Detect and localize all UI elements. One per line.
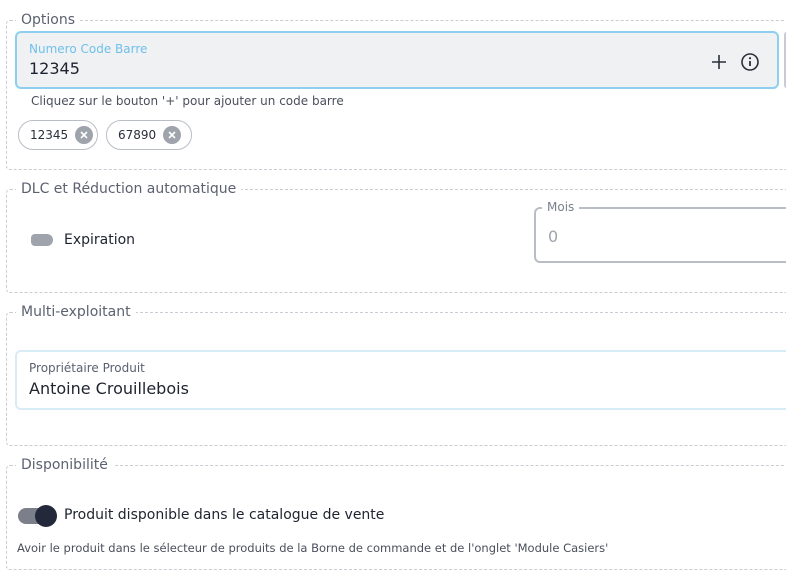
info-icon[interactable]	[738, 50, 762, 74]
dlc-legend: DLC et Réduction automatique	[16, 180, 242, 198]
close-circle-icon[interactable]	[163, 126, 182, 144]
barcode-chip[interactable]: 12345	[18, 120, 98, 150]
availability-helper-text: Avoir le produit dans le sélecteur de pr…	[17, 541, 609, 555]
options-legend: Options	[16, 11, 81, 29]
dispo-legend: Disponibilité	[16, 456, 113, 474]
barcode-field-value[interactable]: 12345	[29, 59, 80, 79]
plus-icon[interactable]	[707, 50, 731, 74]
barcode-helper-text: Cliquez sur le bouton '+' pour ajouter u…	[31, 94, 344, 108]
mois-field[interactable]: Mois 0	[534, 200, 786, 263]
owner-field-value[interactable]: Antoine Crouillebois	[29, 379, 189, 399]
availability-label: Produit disponible dans le catalogue de …	[64, 507, 385, 523]
multi-legend: Multi-exploitant	[16, 303, 136, 321]
mois-field-value[interactable]: 0	[548, 227, 558, 247]
owner-field[interactable]: Propriétaire Produit Antoine Crouilleboi…	[15, 350, 786, 410]
expiration-label: Expiration	[64, 232, 136, 248]
barcode-field-label: Numero Code Barre	[29, 42, 148, 56]
expiration-switch[interactable]	[31, 234, 53, 246]
barcode-field[interactable]: Numero Code Barre 12345	[15, 31, 779, 89]
barcode-chip-label: 12345	[30, 128, 69, 142]
availability-toggle-thumb[interactable]	[35, 505, 57, 527]
barcode-chip-label: 67890	[118, 128, 157, 142]
mois-field-label: Mois	[542, 200, 580, 214]
barcode-chip[interactable]: 67890	[106, 120, 192, 150]
owner-field-label: Propriétaire Produit	[29, 361, 145, 375]
close-circle-icon[interactable]	[75, 126, 93, 144]
